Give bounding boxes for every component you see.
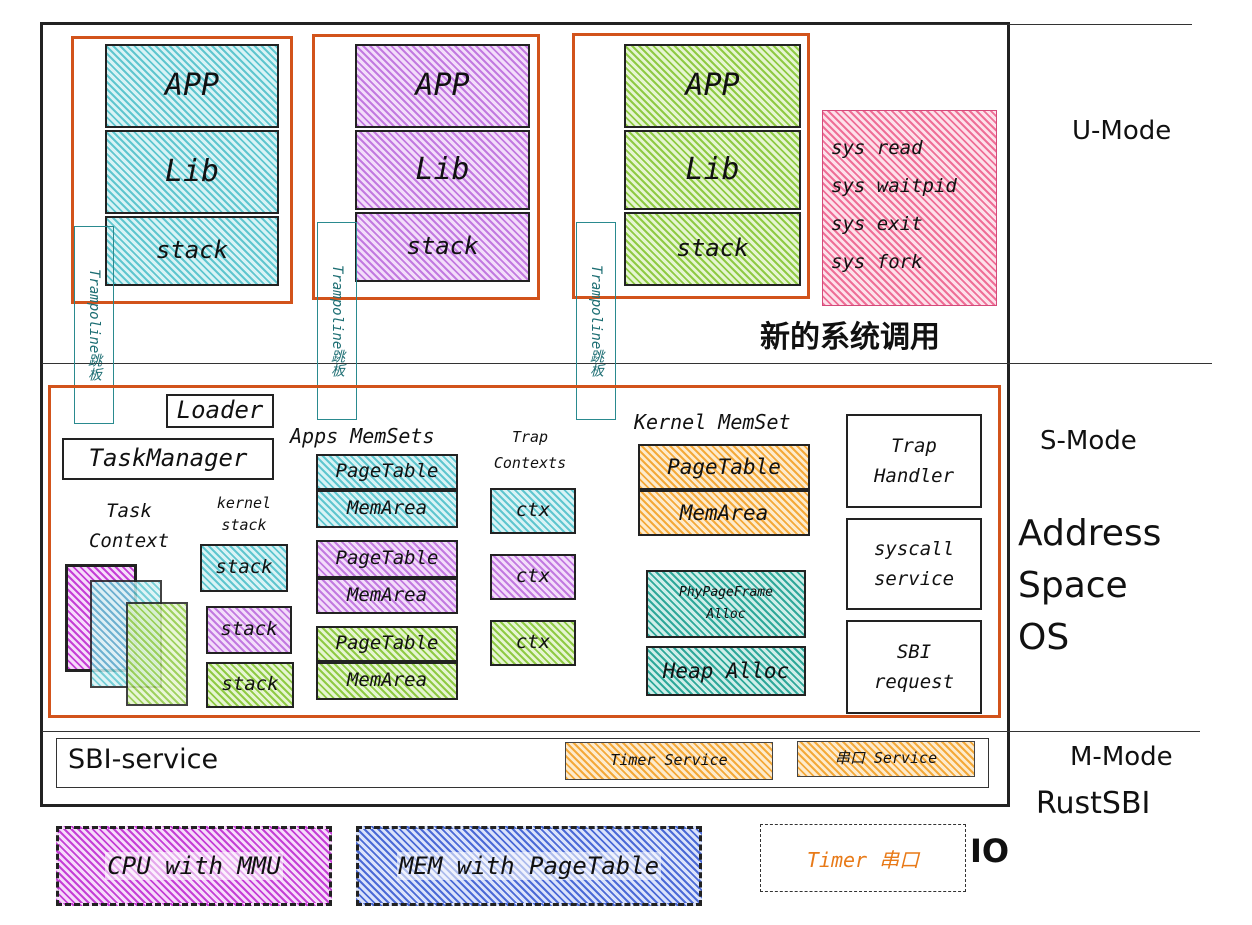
kernel-memarea-box: MemArea [638,490,810,536]
apps-memset-2-pagetable: PageTable [316,540,458,578]
syscall-read: sys read [831,137,923,159]
apps-memset-3-memarea: MemArea [316,662,458,700]
kernel-stack-2: stack [206,606,292,654]
task-context-label: Task Context [88,500,170,552]
trap-ctx-1: ctx [490,488,576,534]
cpu-with-mmu-box: CPU with MMU [56,826,332,906]
io-devices-box: Timer 串口 [760,824,966,892]
sbi-request-box: SBI request [846,620,982,714]
rustsbi-label: RustSBI [1036,786,1151,821]
trap-ctx-2: ctx [490,554,576,600]
kernel-stack-3: stack [206,662,294,708]
apps-memset-3-pagetable: PageTable [316,626,458,662]
kernel-stack-label: kernel stack [216,494,272,534]
trap-contexts-title: Trap Contexts [493,428,567,472]
syscall-fork: sys fork [831,251,923,273]
apps-memsets-title: Apps MemSets [290,424,435,448]
trap-handler-box: Trap Handler [846,414,982,508]
app-1-app-box: APP [105,44,279,128]
syscall-exit: sys exit [831,213,923,235]
timer-service-box: Timer Service [565,742,773,780]
mem-with-pagetable-box: MEM with PageTable [356,826,702,906]
syscall-waitpid: sys waitpid [831,175,957,197]
new-syscalls-caption: 新的系统调用 [760,320,940,355]
app-2-stack-box: stack [355,212,530,282]
kernel-stack-1: stack [200,544,288,592]
u-mode-label: U-Mode [1072,116,1172,146]
app-1-lib-box: Lib [105,130,279,214]
app-3-app-box: APP [624,44,801,128]
syscall-service-box: syscall service [846,518,982,610]
u-mode-top-rule [890,24,1192,25]
new-syscalls-box: sys read sys waitpid sys exit sys fork [822,110,997,306]
app-1-stack-box: stack [105,216,279,286]
apps-memset-2-memarea: MemArea [316,578,458,614]
s-m-divider [42,731,1200,732]
s-mode-label: S-Mode [1040,426,1137,456]
kernel-memset-title: Kernel MemSet [634,410,791,434]
apps-memset-1-pagetable: PageTable [316,454,458,490]
u-s-divider [42,363,1212,364]
apps-memset-1-memarea: MemArea [316,490,458,528]
app-2-lib-box: Lib [355,130,530,210]
heap-alloc-box: Heap Alloc [646,646,806,696]
io-label: IO [970,832,1010,870]
app-3-lib-box: Lib [624,130,801,210]
phy-page-frame-alloc-box: PhyPageFrame Alloc [646,570,806,638]
task-manager-box: TaskManager [62,438,274,480]
kernel-pagetable-box: PageTable [638,444,810,490]
sbi-service-label: SBI-service [68,744,219,775]
task-context-card-3 [126,602,188,706]
loader-box: Loader [166,394,274,428]
app-2-app-box: APP [355,44,530,128]
m-mode-label: M-Mode [1070,742,1173,772]
address-space-os-label: Address Space OS [1018,513,1162,658]
trap-ctx-3: ctx [490,620,576,666]
serial-service-box: 串口 Service [797,741,975,777]
app-3-stack-box: stack [624,212,801,286]
